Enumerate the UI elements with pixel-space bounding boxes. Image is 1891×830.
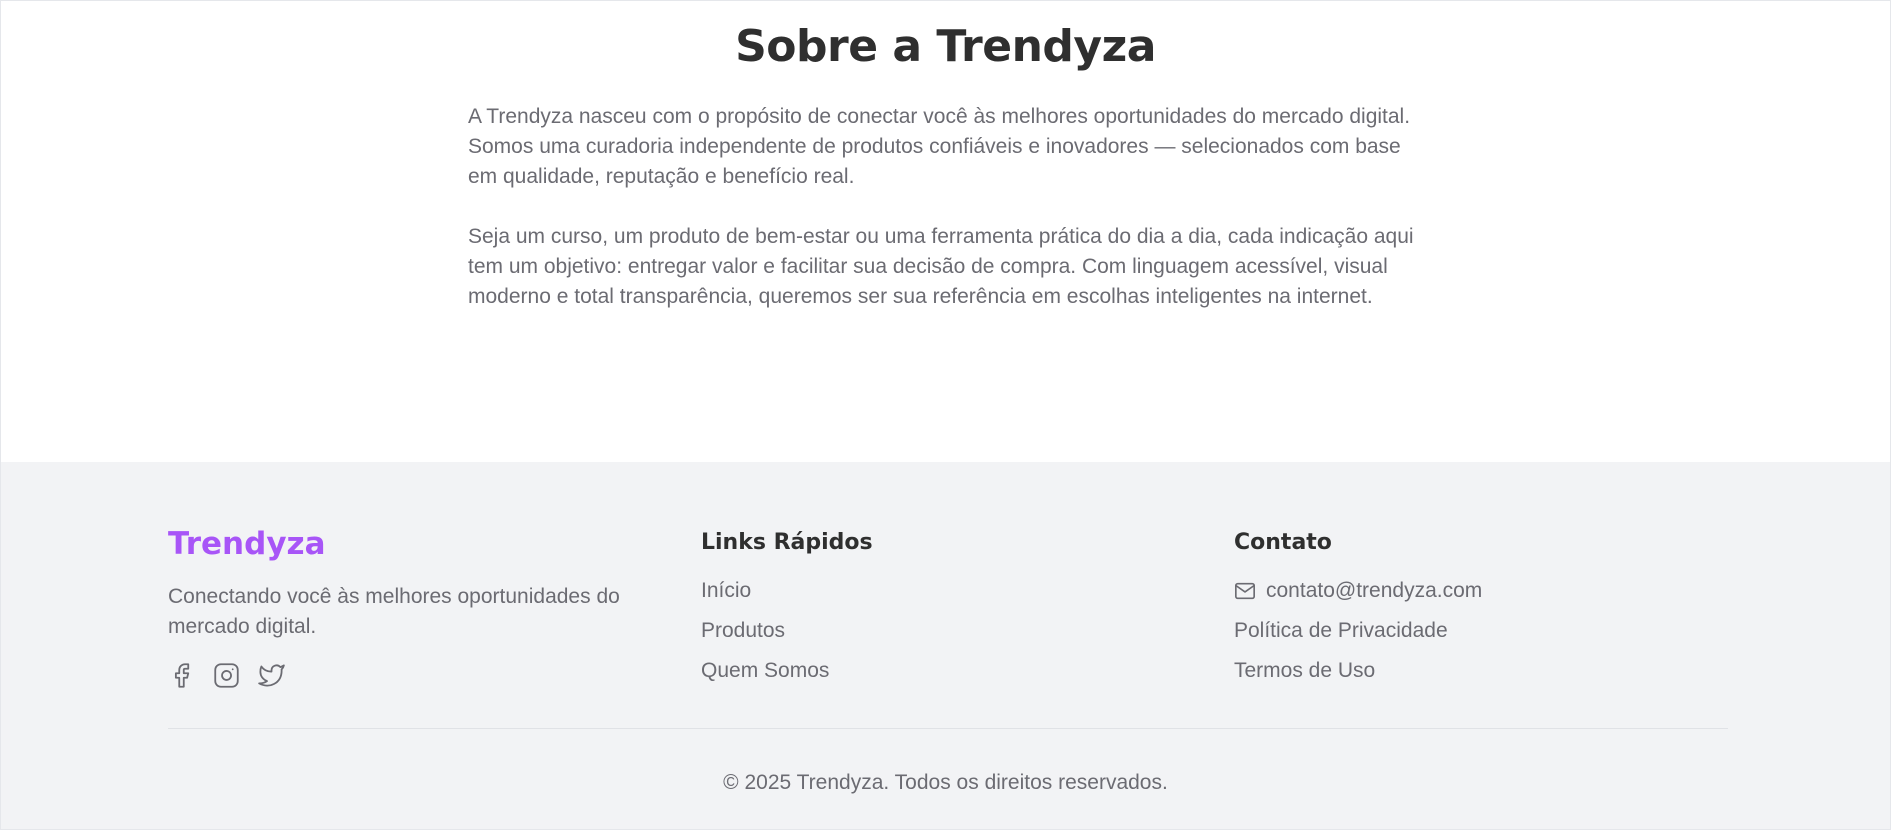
footer-contact-column: Contato contato@trendyza.com Política de… xyxy=(1234,524,1714,702)
list-item: Produtos xyxy=(701,616,1181,646)
link-inicio[interactable]: Início xyxy=(701,576,751,606)
list-item: Termos de Uso xyxy=(1234,656,1714,686)
page: Sobre a Trendyza A Trendyza nasceu com o… xyxy=(0,0,1891,830)
about-text: A Trendyza nasceu com o propósito de con… xyxy=(468,102,1428,342)
link-produtos[interactable]: Produtos xyxy=(701,616,785,646)
footer-tagline: Conectando você às melhores oportunidade… xyxy=(168,585,620,638)
social-links xyxy=(168,662,668,689)
about-paragraph: A Trendyza nasceu com o propósito de con… xyxy=(468,105,1411,188)
footer: Trendyza Conectando você às melhores opo… xyxy=(1,462,1890,829)
mail-icon xyxy=(1234,580,1256,602)
list-item: Quem Somos xyxy=(701,656,1181,686)
link-privacy-policy[interactable]: Política de Privacidade xyxy=(1234,616,1448,646)
footer-quick-links-column: Links Rápidos Início Produtos Quem Somos xyxy=(701,524,1181,702)
footer-brand-logo[interactable]: Trendyza xyxy=(168,524,668,564)
instagram-icon[interactable] xyxy=(213,662,240,689)
contact-email-link[interactable]: contato@trendyza.com xyxy=(1266,576,1482,606)
contact-title: Contato xyxy=(1234,530,1332,555)
list-item: Início xyxy=(701,576,1181,606)
about-title: Sobre a Trendyza xyxy=(735,21,1156,72)
copyright-text: © 2025 Trendyza. Todos os direitos reser… xyxy=(723,771,1168,794)
about-paragraph: Seja um curso, um produto de bem-estar o… xyxy=(468,225,1414,308)
twitter-icon[interactable] xyxy=(258,662,285,689)
contact-list: contato@trendyza.com Política de Privaci… xyxy=(1234,576,1714,686)
about-section: Sobre a Trendyza A Trendyza nasceu com o… xyxy=(1,1,1890,461)
footer-divider xyxy=(168,728,1728,729)
footer-brand-column: Trendyza Conectando você às melhores opo… xyxy=(168,524,668,689)
link-terms-of-use[interactable]: Termos de Uso xyxy=(1234,656,1375,686)
list-item: Política de Privacidade xyxy=(1234,616,1714,646)
link-quem-somos[interactable]: Quem Somos xyxy=(701,656,829,686)
quick-links-list: Início Produtos Quem Somos xyxy=(701,576,1181,686)
list-item: contato@trendyza.com xyxy=(1234,576,1714,606)
quick-links-title: Links Rápidos xyxy=(701,530,873,555)
facebook-icon[interactable] xyxy=(168,662,195,689)
